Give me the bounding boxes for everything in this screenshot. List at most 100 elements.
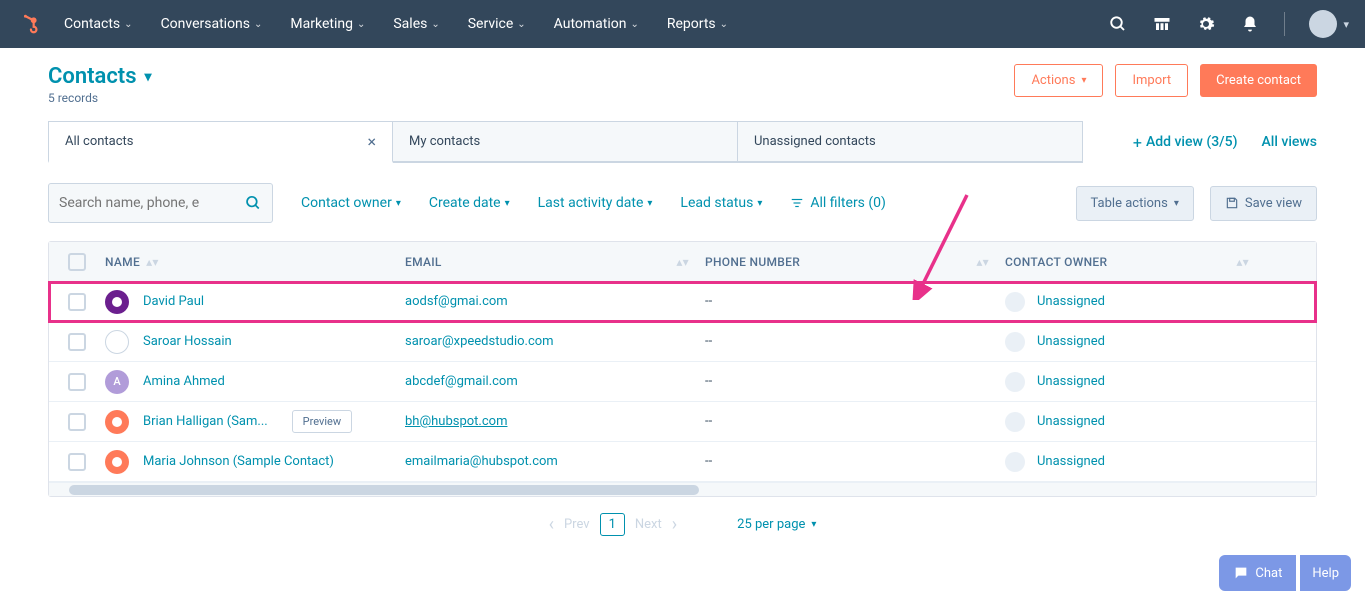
account-menu[interactable]: ▾ [1309,10,1349,38]
import-button[interactable]: Import [1115,64,1188,97]
help-button[interactable]: Help [1300,555,1351,591]
chevron-down-icon: ⌄ [431,19,439,30]
nav-item-reports[interactable]: Reports⌄ [667,16,728,32]
create-contact-button[interactable]: Create contact [1200,64,1317,97]
contact-email-link[interactable]: emailmaria@hubspot.com [405,454,558,469]
all-views-link[interactable]: All views [1261,134,1317,150]
chat-button[interactable]: Chat [1219,555,1296,591]
page-title-dropdown[interactable]: Contacts ▾ [48,64,152,89]
contact-name-link[interactable]: Amina Ahmed [143,374,225,389]
save-view-button[interactable]: Save view [1210,186,1317,221]
prev-button[interactable]: Prev [564,517,590,532]
marketplace-icon[interactable] [1152,14,1172,34]
table-row[interactable]: Maria Johnson (Sample Contact) emailmaria… [49,442,1316,482]
contacts-table: NAME▴▾ EMAIL▴▾ PHONE NUMBER▴▾ CONTACT OW… [48,241,1317,497]
table-actions-button[interactable]: Table actions ▾ [1076,186,1194,221]
select-all-checkbox[interactable] [68,253,86,271]
contact-name-link[interactable]: Saroar Hossain [143,334,232,349]
column-owner[interactable]: CONTACT OWNER▴▾ [1005,255,1265,269]
contact-owner-link[interactable]: Unassigned [1037,374,1105,389]
actions-label: Actions [1031,73,1075,88]
tab-all-contacts[interactable]: All contacts× [48,121,393,163]
actions-button[interactable]: Actions ▾ [1014,64,1103,97]
contact-email-link[interactable]: aodsf@gmai.com [405,294,508,309]
contact-phone: -- [705,334,712,349]
search-icon[interactable] [1108,14,1128,34]
last-activity-filter[interactable]: Last activity date▾ [538,195,653,211]
nav-item-contacts[interactable]: Contacts⌄ [64,16,133,32]
chevron-down-icon: ▾ [757,198,762,209]
chevron-down-icon: ▾ [145,69,152,85]
tab-label: Unassigned contacts [754,134,876,149]
owner-avatar-icon [1005,332,1025,352]
horizontal-scrollbar[interactable] [49,482,1316,496]
top-nav-bar: Contacts⌄ Conversations⌄ Marketing⌄ Sales⌄ S… [0,0,1365,48]
table-row[interactable]: Brian Halligan (Sam... Preview bh@hubspot.… [49,402,1316,442]
settings-gear-icon[interactable] [1196,14,1216,34]
notifications-bell-icon[interactable] [1240,14,1260,34]
tab-unassigned-contacts[interactable]: Unassigned contacts [738,121,1083,163]
contact-phone: -- [705,414,712,429]
contact-phone: -- [705,294,712,309]
contact-name-link[interactable]: David Paul [143,294,204,309]
scrollbar-thumb[interactable] [69,485,699,495]
page-title: Contacts [48,64,137,89]
nav-item-service[interactable]: Service⌄ [468,16,526,32]
close-icon[interactable]: × [367,132,376,151]
row-checkbox[interactable] [68,453,86,471]
nav-item-marketing[interactable]: Marketing⌄ [290,16,365,32]
contact-email-link[interactable]: abcdef@gmail.com [405,374,518,389]
table-row[interactable]: David Paul aodsf@gmai.com -- Unassigned [49,282,1316,322]
contact-name-link[interactable]: Brian Halligan (Sam... [143,414,268,429]
nav-item-automation[interactable]: Automation⌄ [554,16,639,32]
user-avatar-icon [1309,10,1337,38]
column-phone[interactable]: PHONE NUMBER▴▾ [705,255,1005,269]
prev-arrow-icon[interactable]: ‹ [549,514,554,535]
next-button[interactable]: Next [635,517,662,532]
per-page-dropdown[interactable]: 25 per page ▾ [737,517,816,532]
contact-avatar-icon [105,450,129,474]
contact-owner-link[interactable]: Unassigned [1037,414,1105,429]
column-name[interactable]: NAME▴▾ [105,255,405,269]
create-date-filter[interactable]: Create date▾ [429,195,510,211]
sort-icon: ▴▾ [676,259,689,265]
next-arrow-icon[interactable]: › [672,514,677,535]
divider [1284,12,1285,36]
row-checkbox[interactable] [68,293,86,311]
search-icon [245,194,262,212]
chat-icon [1233,565,1249,581]
chevron-down-icon: ▾ [396,198,401,209]
chevron-down-icon: ▾ [505,198,510,209]
row-checkbox[interactable] [68,413,86,431]
contact-avatar-icon: A [105,370,129,394]
filter-icon [790,196,804,210]
hubspot-logo-icon[interactable] [16,10,44,38]
nav-item-conversations[interactable]: Conversations⌄ [161,16,263,32]
contact-owner-link[interactable]: Unassigned [1037,454,1105,469]
table-row[interactable]: Saroar Hossain saroar@xpeedstudio.com -- Un… [49,322,1316,362]
contact-owner-link[interactable]: Unassigned [1037,294,1105,309]
sort-icon: ▴▾ [1236,259,1249,265]
sort-icon: ▴▾ [976,259,989,265]
column-email[interactable]: EMAIL▴▾ [405,255,705,269]
search-input[interactable] [59,195,245,211]
contact-email-link[interactable]: saroar@xpeedstudio.com [405,334,554,349]
contact-owner-filter[interactable]: Contact owner▾ [301,195,401,211]
all-filters-button[interactable]: All filters (0) [790,195,886,211]
chevron-down-icon: ⌄ [720,19,728,30]
tab-my-contacts[interactable]: My contacts [393,121,738,163]
contact-owner-link[interactable]: Unassigned [1037,334,1105,349]
preview-button[interactable]: Preview [292,410,352,433]
lead-status-filter[interactable]: Lead status▾ [680,195,762,211]
add-view-button[interactable]: + Add view (3/5) [1133,133,1238,152]
nav-item-sales[interactable]: Sales⌄ [393,16,439,32]
table-row[interactable]: AAmina Ahmedabcdef@gmail.com--Unassigned [49,362,1316,402]
contact-email-link[interactable]: bh@hubspot.com [405,414,507,429]
page-number[interactable]: 1 [600,513,625,536]
contact-name-link[interactable]: Maria Johnson (Sample Contact) [143,454,334,469]
chevron-down-icon: ⌄ [357,19,365,30]
row-checkbox[interactable] [68,333,86,351]
add-view-label: Add view (3/5) [1146,134,1238,150]
row-checkbox[interactable] [68,373,86,391]
search-input-wrap [48,183,273,223]
